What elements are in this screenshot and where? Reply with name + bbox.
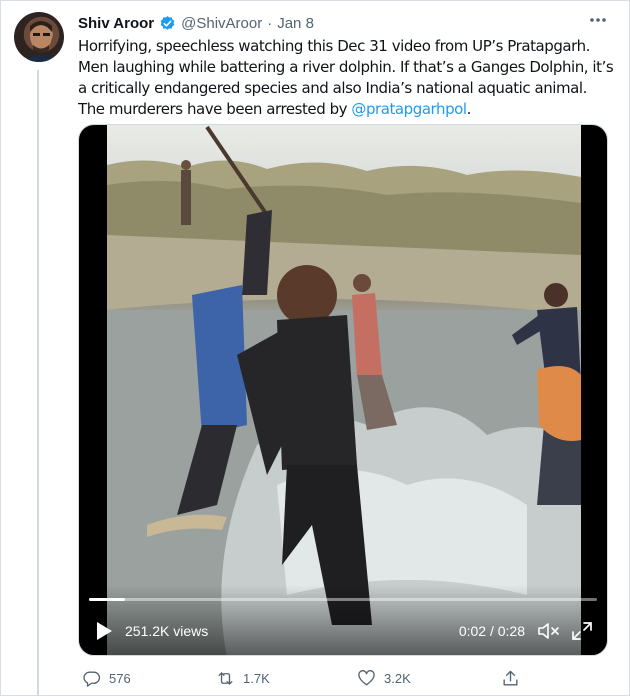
video-progress-bar[interactable] — [89, 598, 597, 601]
tweet-body-text: Horrifying, speechless watching this Dec… — [78, 37, 614, 118]
share-icon — [503, 670, 518, 686]
retweet-button[interactable]: 1.7K — [216, 666, 270, 690]
like-button[interactable]: 3.2K — [357, 666, 411, 690]
like-heart-icon — [358, 669, 375, 686]
retweet-icon — [218, 671, 233, 685]
retweet-count: 1.7K — [243, 670, 270, 686]
video-scene — [107, 125, 581, 655]
avatar-image — [22, 21, 60, 62]
reply-button[interactable]: 576 — [82, 666, 131, 690]
like-count: 3.2K — [384, 670, 411, 686]
video-time: 0:02 / 0:28 — [458, 623, 525, 639]
reply-count: 576 — [109, 670, 131, 686]
tweet-body-end: . — [466, 100, 472, 118]
view-count: 251.2K views — [125, 623, 209, 639]
video-player[interactable]: 251.2K views 0:02 / 0:28 — [78, 124, 608, 656]
verified-badge-icon — [159, 15, 176, 32]
share-button[interactable] — [501, 666, 520, 690]
avatar[interactable] — [14, 12, 64, 62]
video-frame — [107, 125, 581, 655]
author-name[interactable]: Shiv Aroor — [78, 15, 154, 32]
fullscreen-icon[interactable] — [571, 621, 593, 641]
play-icon[interactable] — [95, 621, 113, 641]
more-horizontal-icon[interactable] — [588, 14, 608, 26]
tweet-header: Shiv Aroor @ShivAroor · Jan 8 — [78, 12, 314, 34]
volume-muted-icon[interactable] — [537, 621, 561, 641]
tweet-text: Horrifying, speechless watching this Dec… — [78, 36, 616, 120]
tweet-actions: 576 1.7K 3.2K — [78, 666, 608, 690]
tweet-date[interactable]: Jan 8 — [277, 15, 314, 32]
mention-link[interactable]: @pratapgarhpol — [351, 100, 467, 118]
video-controls — [79, 585, 607, 655]
thread-line — [37, 70, 39, 696]
video-progress-fill — [89, 598, 126, 601]
author-handle[interactable]: @ShivAroor — [181, 15, 262, 32]
separator-dot: · — [267, 14, 273, 32]
reply-icon — [83, 670, 101, 687]
